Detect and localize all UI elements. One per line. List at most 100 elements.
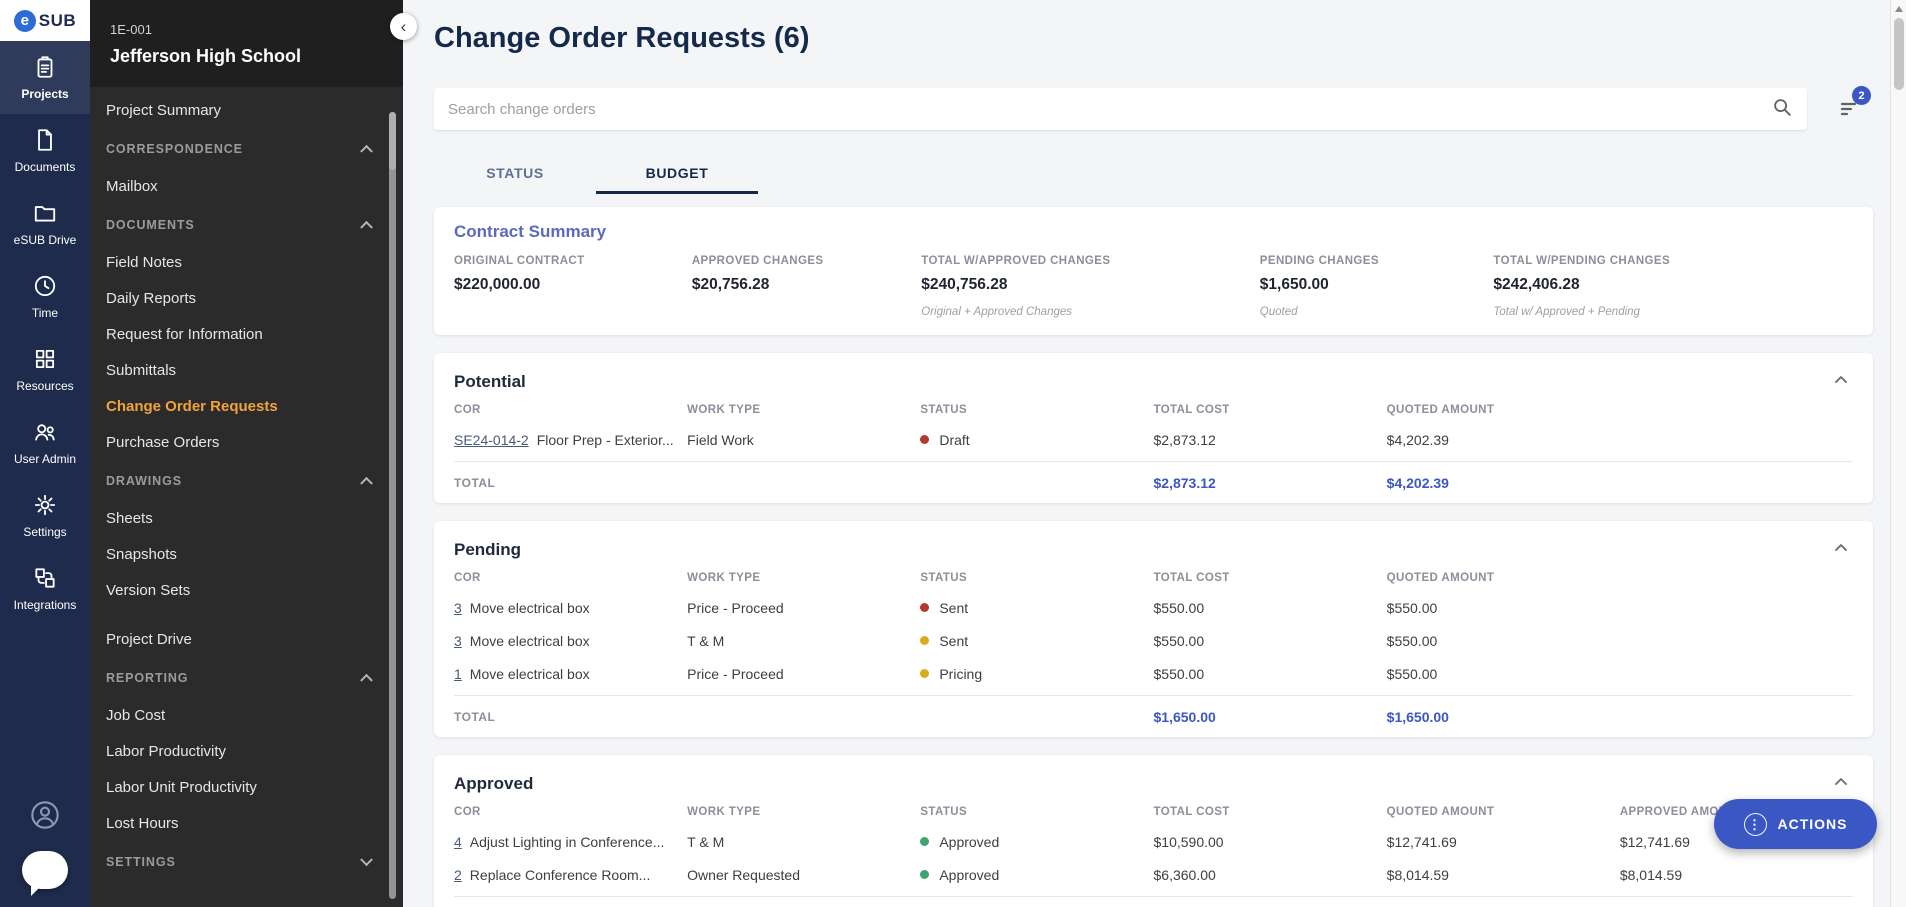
chevron-up-icon[interactable]: [360, 477, 373, 490]
cor-link[interactable]: 4: [454, 834, 462, 850]
sidebar-item-labor-unit-productivity[interactable]: Labor Unit Productivity: [90, 770, 403, 806]
sidebar-item-field-notes[interactable]: Field Notes: [90, 245, 403, 281]
summary-col-label: PENDING CHANGES: [1260, 255, 1494, 267]
status-cell: Draft: [920, 432, 1153, 448]
sidebar-item-submittals[interactable]: Submittals: [90, 353, 403, 389]
sidebar-item-project-drive[interactable]: Project Drive: [90, 622, 403, 658]
sidebar-collapse-button[interactable]: ‹: [390, 13, 417, 40]
total-cost-cell: $10,590.00: [1154, 834, 1387, 850]
page-scrollbar-thumb[interactable]: [1894, 18, 1904, 90]
filter-button[interactable]: 2: [1827, 97, 1873, 121]
cor-cell: 3Move electrical box: [454, 633, 687, 649]
app-icon-rail: e SUB ProjectsDocumentseSUB DriveTimeRes…: [0, 0, 90, 907]
rail-item-time[interactable]: Time: [0, 260, 90, 333]
table-row: 3Move electrical boxT & MSent$550.00$550…: [454, 624, 1853, 657]
filter-count-badge: 2: [1852, 86, 1871, 105]
column-header: STATUS: [920, 572, 1153, 584]
summary-col-label: TOTAL W/PENDING CHANGES: [1493, 255, 1853, 267]
table-row: 3Move electrical boxPrice - ProceedSent$…: [454, 591, 1853, 624]
work-type-cell: T & M: [687, 633, 920, 649]
search-input[interactable]: [448, 101, 1771, 118]
chevron-up-icon[interactable]: [360, 221, 373, 234]
search-box[interactable]: [434, 88, 1807, 130]
sidebar-item-request-for-information[interactable]: Request for Information: [90, 317, 403, 353]
sidebar-item-snapshots[interactable]: Snapshots: [90, 537, 403, 573]
cor-description: Adjust Lighting in Conference...: [470, 834, 665, 850]
cor-description: Floor Prep - Exterior...: [537, 432, 674, 448]
table-header: CORWORK TYPESTATUSTOTAL COSTQUOTED AMOUN…: [454, 806, 1853, 825]
sidebar-item-daily-reports[interactable]: Daily Reports: [90, 281, 403, 317]
sidebar-item-lost-hours[interactable]: Lost Hours: [90, 806, 403, 842]
sidebar-scrollbar-thumb[interactable]: [389, 112, 396, 170]
sidebar-item-sheets[interactable]: Sheets: [90, 501, 403, 537]
rail-item-settings[interactable]: Settings: [0, 479, 90, 552]
page-scrollbar-track[interactable]: [1890, 0, 1906, 907]
sidebar-item-job-cost[interactable]: Job Cost: [90, 698, 403, 734]
cor-link[interactable]: 1: [454, 666, 462, 682]
cor-link[interactable]: 3: [454, 633, 462, 649]
section-collapse-button[interactable]: [1829, 368, 1853, 395]
sidebar-section-correspondence[interactable]: CORRESPONDENCE: [90, 129, 403, 169]
project-header: 1E-001 Jefferson High School: [90, 0, 403, 87]
tab-status[interactable]: STATUS: [434, 152, 596, 194]
actions-button[interactable]: ⋮ ACTIONS: [1714, 799, 1877, 849]
tab-budget[interactable]: BUDGET: [596, 152, 758, 194]
chat-launcher-icon[interactable]: [22, 851, 68, 889]
section-collapse-button[interactable]: [1829, 536, 1853, 563]
search-icon[interactable]: [1771, 96, 1793, 123]
rail-item-esub-drive[interactable]: eSUB Drive: [0, 187, 90, 260]
esub-logo[interactable]: e SUB: [0, 0, 90, 41]
chevron-up-icon[interactable]: [360, 674, 373, 687]
work-type-cell: T & M: [687, 834, 920, 850]
contract-summary-card: Contract Summary ORIGINAL CONTRACT$220,0…: [434, 207, 1873, 335]
summary-col-label: APPROVED CHANGES: [692, 255, 921, 267]
rail-item-resources[interactable]: Resources: [0, 333, 90, 406]
section-collapse-button[interactable]: [1829, 770, 1853, 797]
projects-icon: [32, 54, 58, 80]
sidebar-section-reporting[interactable]: REPORTING: [90, 658, 403, 698]
section-head: Approved: [454, 770, 1853, 797]
status-label: Approved: [939, 834, 999, 850]
sidebar-section-documents[interactable]: DOCUMENTS: [90, 205, 403, 245]
rail-item-projects[interactable]: Projects: [0, 41, 90, 114]
total-cost-total: $1,650.00: [1154, 709, 1387, 725]
rail-item-user-admin[interactable]: User Admin: [0, 406, 90, 479]
contract-summary-title: Contract Summary: [454, 222, 1853, 242]
summary-col-note: [692, 306, 921, 319]
column-header: [1620, 404, 1853, 416]
sidebar-item-mailbox[interactable]: Mailbox: [90, 169, 403, 205]
user-admin-icon: [32, 419, 58, 445]
section-head: Pending: [454, 536, 1853, 563]
contract-summary-grid: ORIGINAL CONTRACT$220,000.00APPROVED CHA…: [454, 255, 1853, 335]
section-card-approved: Approved CORWORK TYPESTATUSTOTAL COSTQUOT…: [434, 755, 1873, 907]
quoted-amount-cell: $550.00: [1387, 600, 1620, 616]
rail-item-documents[interactable]: Documents: [0, 114, 90, 187]
summary-col-approved-changes: APPROVED CHANGES$20,756.28: [692, 255, 921, 319]
tabs: STATUS BUDGET: [434, 152, 1873, 194]
cor-link[interactable]: 2: [454, 867, 462, 883]
sidebar-section-drawings[interactable]: DRAWINGS: [90, 461, 403, 501]
cor-link[interactable]: SE24-014-2: [454, 432, 529, 448]
sidebar-item-version-sets[interactable]: Version Sets: [90, 573, 403, 609]
cor-link[interactable]: 3: [454, 600, 462, 616]
column-header: WORK TYPE: [687, 572, 920, 584]
summary-col-pending-changes: PENDING CHANGES$1,650.00Quoted: [1260, 255, 1494, 319]
chevron-down-icon[interactable]: [360, 853, 373, 866]
project-code: 1E-001: [110, 22, 383, 37]
chevron-up-icon[interactable]: [360, 145, 373, 158]
quoted-amount-cell: $550.00: [1387, 666, 1620, 682]
sidebar-item-purchase-orders[interactable]: Purchase Orders: [90, 425, 403, 461]
scroll-up-icon[interactable]: [1895, 6, 1903, 12]
rail-item-integrations[interactable]: Integrations: [0, 552, 90, 625]
work-type-cell: Owner Requested: [687, 867, 920, 883]
user-avatar-icon[interactable]: [29, 799, 61, 831]
sidebar-item-change-order-requests[interactable]: Change Order Requests: [90, 389, 403, 425]
sidebar-item-project-summary[interactable]: Project Summary: [90, 93, 403, 129]
sidebar-item-labor-productivity[interactable]: Labor Productivity: [90, 734, 403, 770]
table-header: CORWORK TYPESTATUSTOTAL COSTQUOTED AMOUN…: [454, 404, 1853, 423]
section-title: Potential: [454, 372, 526, 392]
sidebar-section-settings[interactable]: SETTINGS: [90, 842, 403, 882]
work-type-cell: Field Work: [687, 432, 920, 448]
page-title: Change Order Requests (6): [434, 22, 1873, 55]
total-label: TOTAL: [454, 710, 687, 724]
